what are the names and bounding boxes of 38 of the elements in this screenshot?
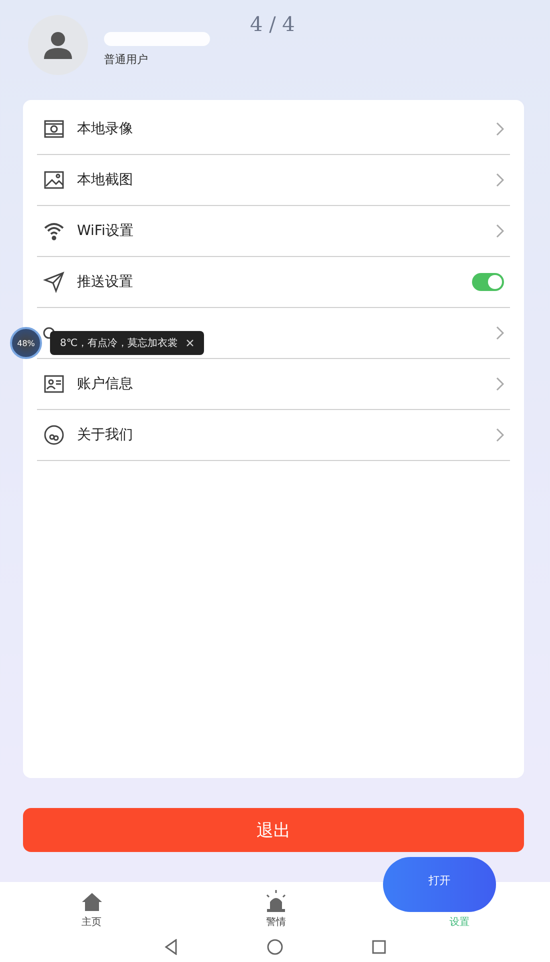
float-ball[interactable]: 48% [10, 327, 42, 359]
toggle-switch[interactable] [472, 273, 504, 291]
recents-icon[interactable] [372, 940, 386, 954]
chevron-icon [496, 326, 504, 340]
settings-row[interactable]: 本地截图 [37, 155, 510, 206]
image-icon [43, 169, 65, 191]
settings-row[interactable]: 本地录像 [37, 104, 510, 155]
tab[interactable]: 警情 [264, 890, 288, 929]
row-label: 本地截图 [77, 171, 133, 189]
chevron-icon [496, 122, 504, 136]
tab[interactable]: 主页 [80, 892, 103, 929]
home-circle-icon[interactable] [266, 939, 283, 955]
send-icon [43, 271, 65, 293]
tooltip-text: 8℃，有点冷，莫忘加衣裳 [60, 336, 178, 350]
alarm-light-icon [264, 890, 288, 912]
chevron-icon [496, 224, 504, 238]
back-icon[interactable] [164, 939, 178, 955]
row-label: WiFi设置 [77, 222, 134, 240]
chevron-icon [496, 173, 504, 187]
about-icon [43, 424, 65, 446]
close-icon[interactable] [186, 339, 194, 347]
id-icon [43, 373, 65, 395]
settings-row[interactable]: WiFi设置 [37, 206, 510, 257]
settings-row[interactable]: 关于我们 [37, 410, 510, 461]
chevron-icon [496, 428, 504, 442]
user-role: 普通用户 [104, 52, 149, 66]
row-label: 账户信息 [77, 375, 133, 393]
home-icon [80, 892, 103, 912]
page-counter: 4 / 4 [250, 12, 295, 36]
settings-row[interactable]: 推送设置 [37, 257, 510, 308]
wifi-icon [43, 220, 65, 242]
video-icon [43, 118, 65, 140]
row-label: 关于我们 [77, 426, 133, 444]
chevron-icon [496, 377, 504, 391]
open-button[interactable]: 打开 [383, 857, 496, 912]
row-label: 推送设置 [77, 273, 133, 291]
settings-row[interactable]: 账户信息 [37, 359, 510, 410]
row-label: 本地录像 [77, 120, 133, 138]
